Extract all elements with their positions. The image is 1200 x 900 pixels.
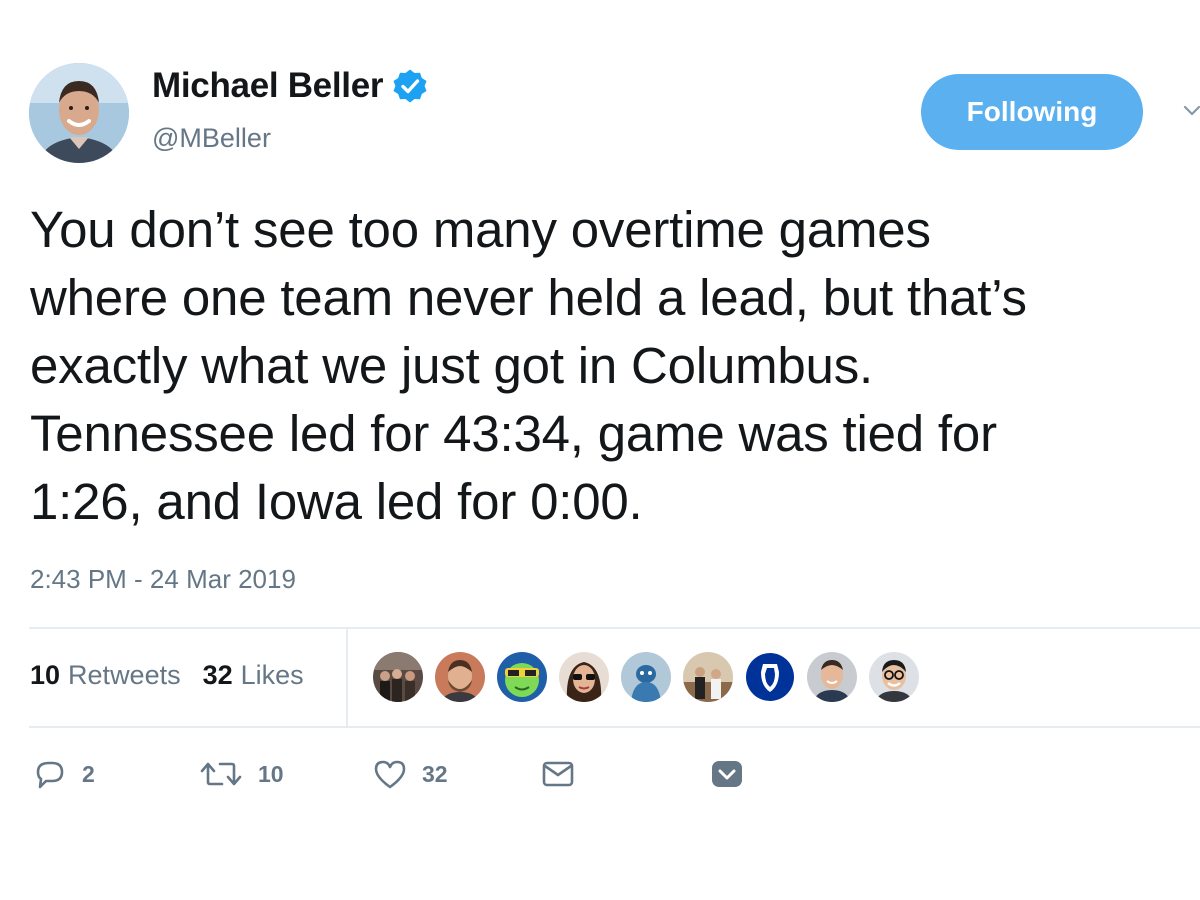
more-options-chevron-icon xyxy=(712,761,742,787)
liker-avatar-people-indoors[interactable] xyxy=(683,652,733,702)
retweet-icon xyxy=(200,762,242,786)
retweets-count: 10 xyxy=(30,660,61,690)
retweets-label: Retweets xyxy=(68,660,181,690)
liker-avatar-man-glasses[interactable] xyxy=(869,652,919,702)
following-button[interactable]: Following xyxy=(921,74,1143,150)
liker-avatar-mascot[interactable] xyxy=(621,652,671,702)
author-name[interactable]: Michael Beller xyxy=(152,66,383,106)
liker-avatar-group-photo[interactable] xyxy=(373,652,423,702)
tweet-page: Michael Beller @MBeller Following You do… xyxy=(0,0,1200,900)
likers-avatars xyxy=(373,652,919,702)
heart-icon xyxy=(374,760,406,789)
retweet-count: 10 xyxy=(258,760,284,787)
like-button[interactable]: 32 xyxy=(372,756,448,792)
liker-avatar-man-bearded[interactable] xyxy=(435,652,485,702)
retweets-stat[interactable]: 10 Retweets xyxy=(30,660,181,691)
like-count: 32 xyxy=(422,760,448,787)
reply-count: 2 xyxy=(82,760,95,787)
envelope-icon xyxy=(542,761,574,787)
liker-avatar-man-smiling[interactable] xyxy=(807,652,857,702)
verified-badge-icon xyxy=(393,69,427,103)
direct-message-button[interactable] xyxy=(540,756,576,792)
more-options-button[interactable] xyxy=(709,756,745,792)
author-name-row: Michael Beller xyxy=(152,66,428,106)
likes-count: 32 xyxy=(202,660,233,690)
tweet-timestamp[interactable]: 2:43 PM - 24 Mar 2019 xyxy=(30,564,296,595)
retweet-button[interactable]: 10 xyxy=(198,756,284,792)
likes-stat[interactable]: 32 Likes xyxy=(203,660,304,691)
chevron-down-icon[interactable] xyxy=(1183,104,1200,118)
reply-button[interactable]: 2 xyxy=(32,756,95,792)
person-avatar-icon xyxy=(29,63,129,163)
liker-avatar-woman-sunglasses[interactable] xyxy=(559,652,609,702)
reply-icon xyxy=(36,761,64,789)
author-handle[interactable]: @MBeller xyxy=(152,123,271,154)
liker-avatar-duke-logo[interactable] xyxy=(745,652,795,702)
liker-avatar-cartoon-sunglasses[interactable] xyxy=(497,652,547,702)
stats-vertical-divider xyxy=(346,627,348,728)
stats-bottom-divider xyxy=(29,726,1200,728)
likes-label: Likes xyxy=(240,660,304,690)
author-avatar[interactable] xyxy=(29,63,129,163)
tweet-stats: 10 Retweets 32 Likes xyxy=(30,660,304,691)
tweet-action-bar: 2 10 32 xyxy=(32,756,762,796)
tweet-text: You don’t see too many overtime games wh… xyxy=(30,201,1027,530)
stats-top-divider xyxy=(29,627,1200,629)
